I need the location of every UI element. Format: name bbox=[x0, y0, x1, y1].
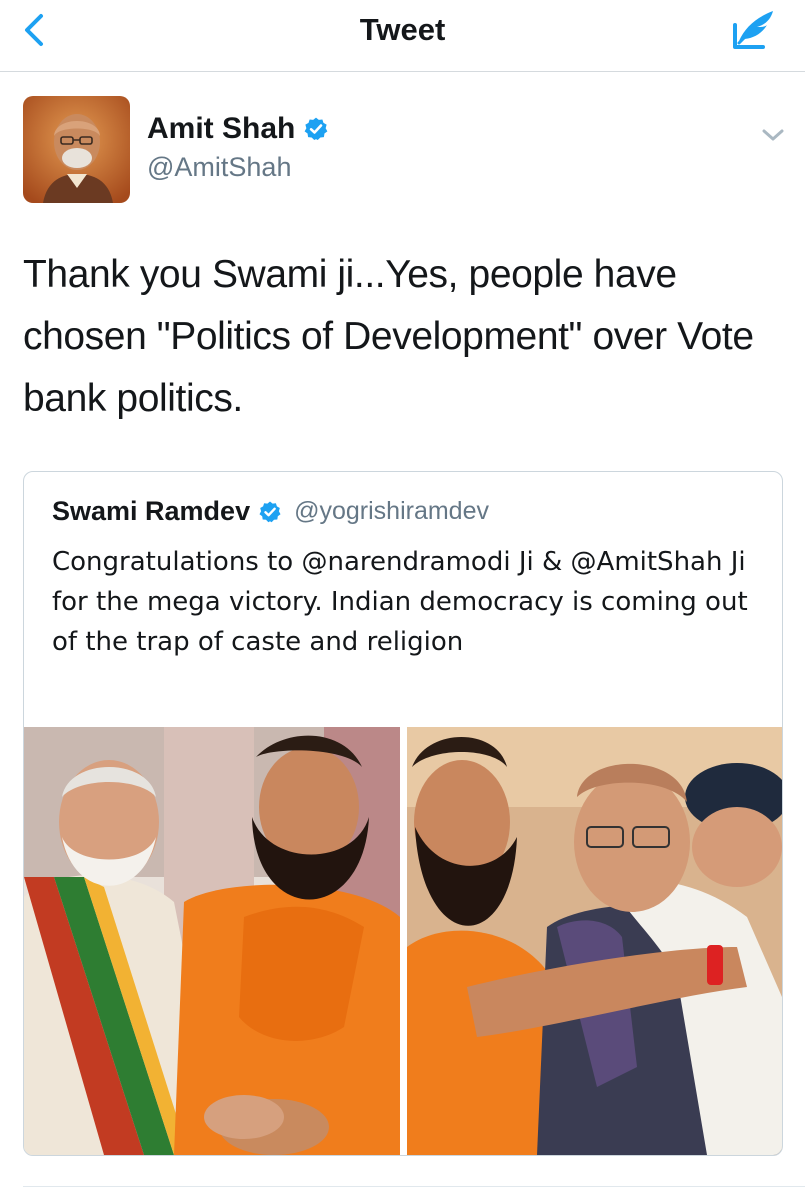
quoted-tweet-text: Congratulations to @narendramodi Ji & @A… bbox=[52, 547, 748, 657]
quoted-author-handle: @yogrishiramdev bbox=[294, 497, 489, 525]
quoted-tweet-media bbox=[24, 727, 782, 1155]
divider bbox=[23, 1186, 805, 1187]
compose-tweet-button[interactable] bbox=[727, 5, 781, 53]
media-photo-2[interactable] bbox=[407, 727, 782, 1155]
author-avatar[interactable] bbox=[23, 96, 130, 203]
compose-tweet-icon bbox=[733, 11, 773, 49]
author-name[interactable]: Amit Shah bbox=[147, 112, 329, 146]
author-name-text: Amit Shah bbox=[147, 112, 296, 145]
verified-badge-icon bbox=[304, 117, 328, 141]
tweet-text: Thank you Swami ji...Yes, people have ch… bbox=[23, 253, 754, 420]
media-photo-1[interactable] bbox=[24, 727, 400, 1155]
tweet-menu-button[interactable] bbox=[758, 120, 788, 150]
author-handle[interactable]: @AmitShah bbox=[147, 152, 291, 183]
quoted-tweet-card[interactable]: Swami Ramdev @yogrishiramdev Congratulat… bbox=[23, 471, 783, 1156]
verified-badge-icon bbox=[259, 501, 281, 522]
chevron-down-icon bbox=[762, 129, 784, 141]
navigation-bar: Tweet bbox=[0, 0, 805, 72]
quoted-tweet-header: Swami Ramdev @yogrishiramdev bbox=[52, 496, 489, 527]
quoted-author-name: Swami Ramdev bbox=[52, 496, 251, 526]
page-title: Tweet bbox=[359, 12, 446, 47]
